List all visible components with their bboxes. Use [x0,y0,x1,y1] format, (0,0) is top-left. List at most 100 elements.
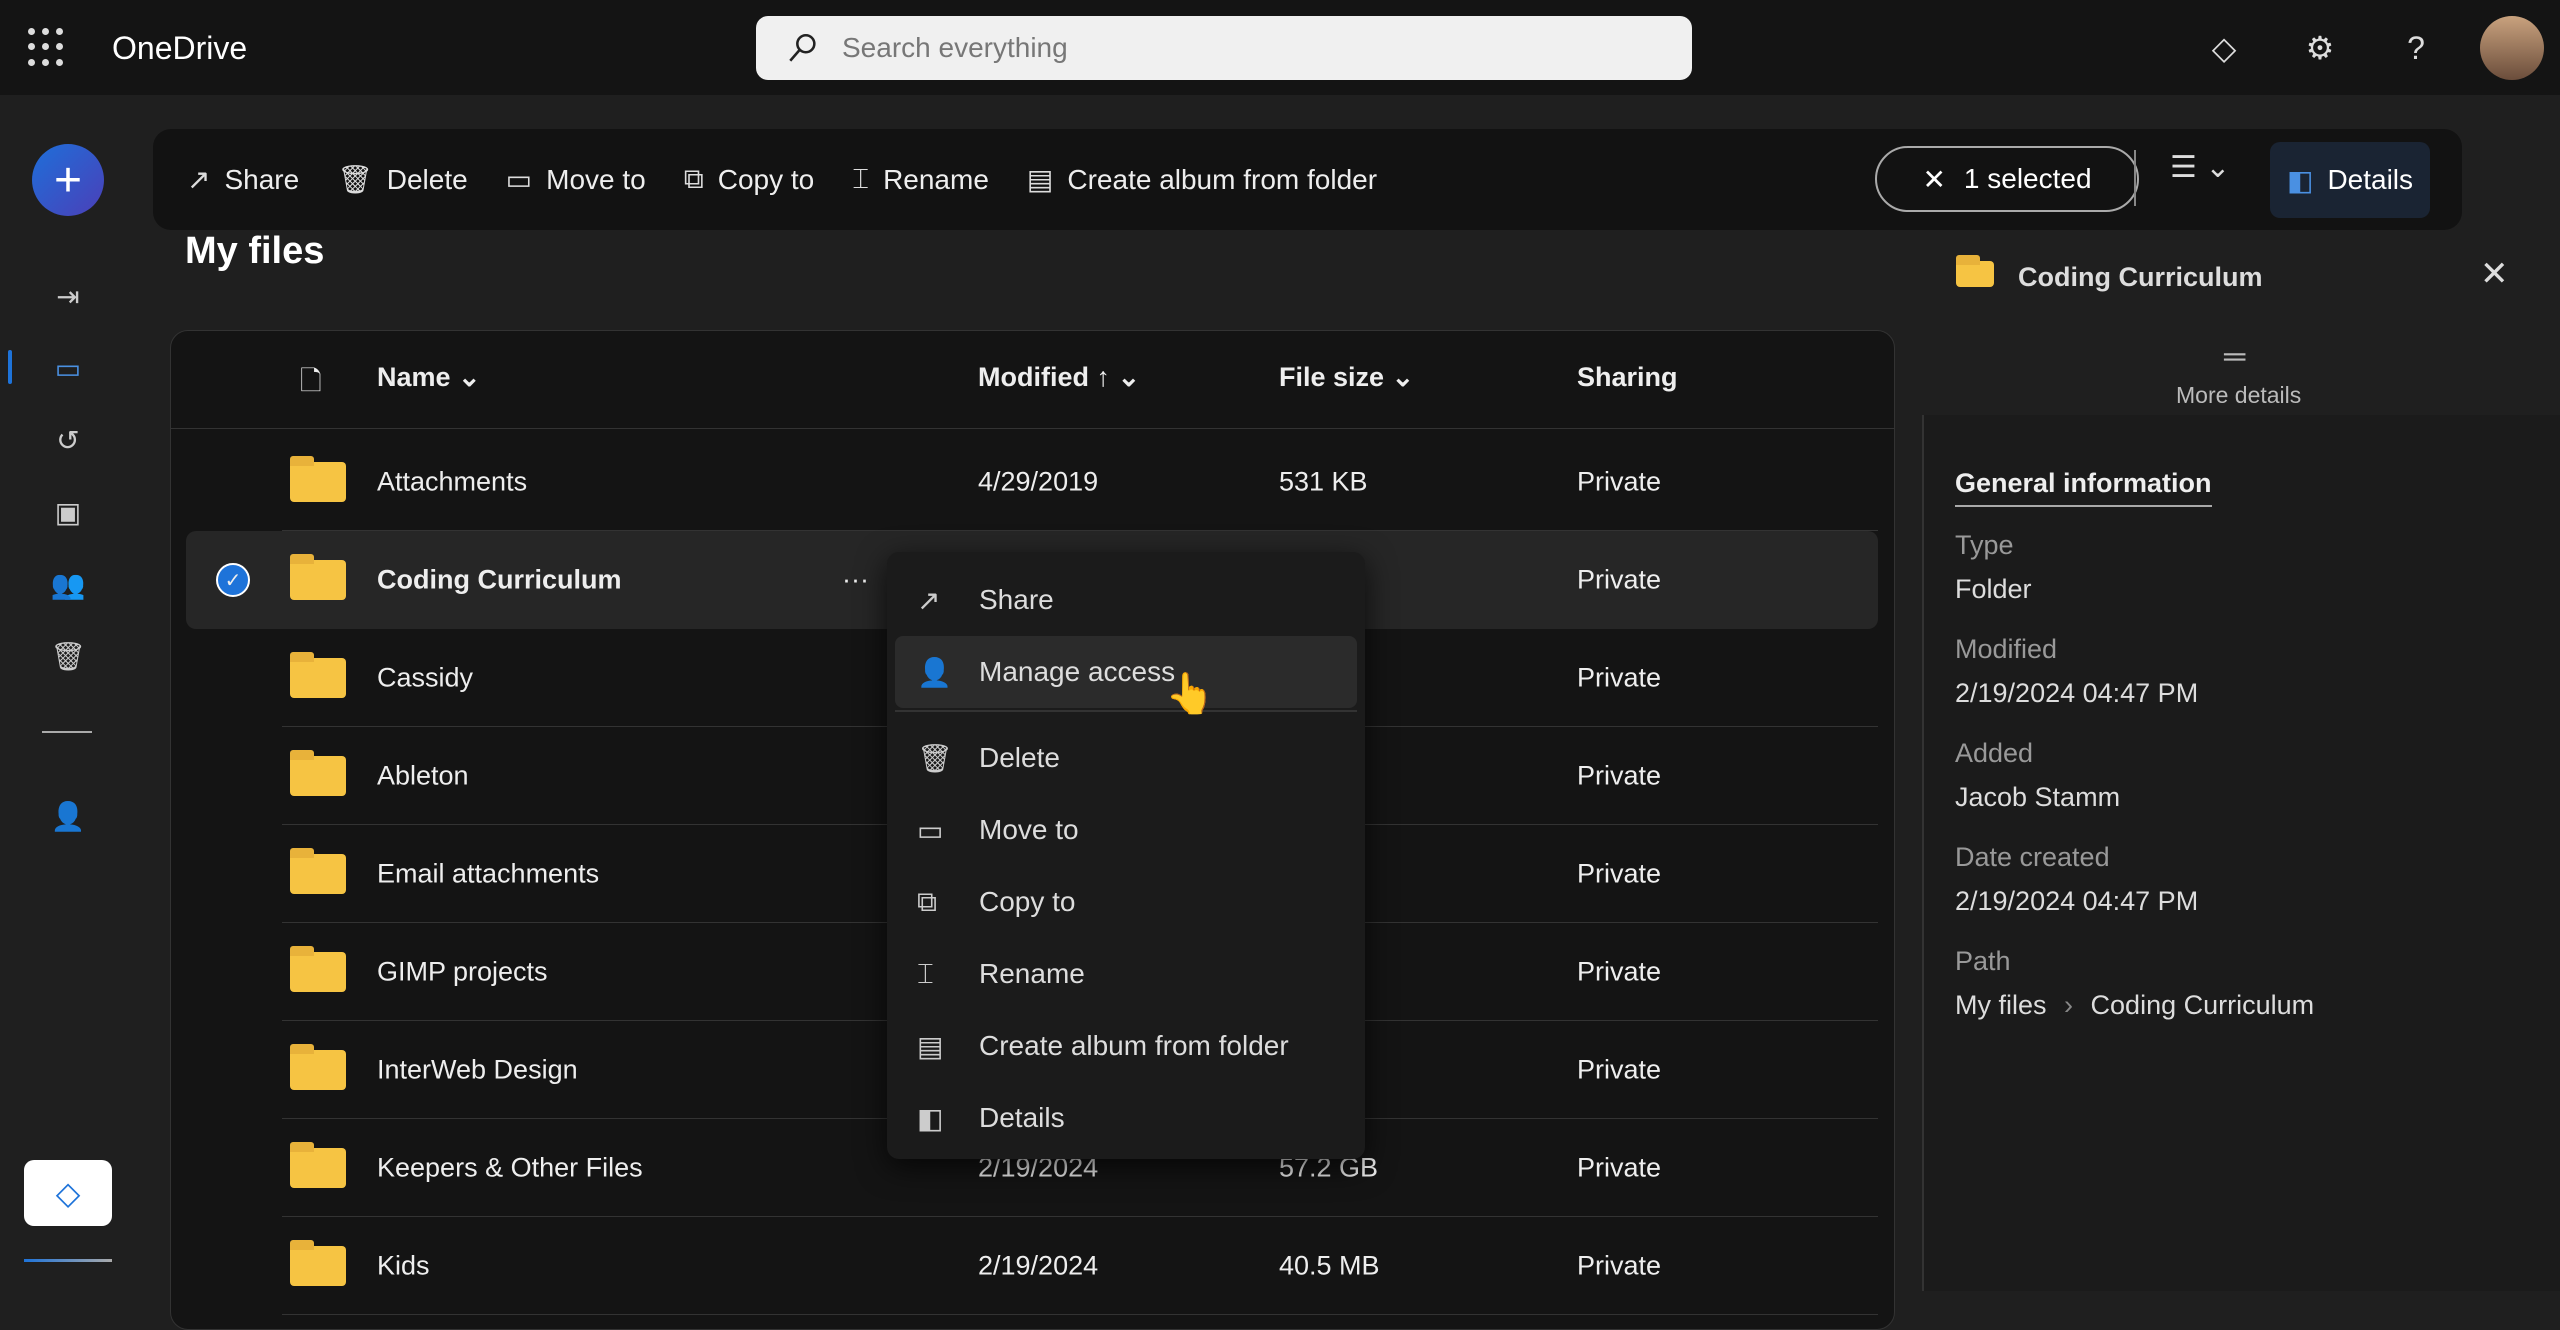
folder-icon [290,945,346,992]
sidebar-item-my-files-icon[interactable]: ▭ [48,348,88,388]
menu-item-move-to[interactable]: ▭ Move to [895,794,1357,866]
column-header-name[interactable]: Name ⌄ [377,362,481,393]
menu-item-details[interactable]: ◧ Details [895,1082,1357,1154]
sidebar-divider [42,731,92,733]
field-label: Added [1955,738,2034,768]
album-icon: ▤ [917,1030,944,1062]
field-value: 2/19/2024 04:47 PM [1955,678,2199,708]
toolbar-move-button[interactable]: ▭ Move to [506,163,646,196]
more-options-button[interactable]: ··· [842,565,869,596]
label: Create album from folder [1067,163,1378,195]
checkmark-icon: ✓ [216,563,250,597]
toolbar-share-button[interactable]: ↗ Share [187,163,299,196]
drag-handle-icon[interactable]: ═ [2224,340,2245,374]
toolbar-rename-button[interactable]: ⌶ Rename [852,163,989,196]
rename-icon: ⌶ [917,957,934,989]
sidebar-item-home-icon[interactable]: ⇥ [48,276,88,316]
sharing-status: Private [1577,858,1662,888]
general-info-tab[interactable]: General information [1955,468,2212,507]
folder-icon [290,554,346,600]
menu-item-delete[interactable]: 🗑 Delete [895,722,1357,794]
search-placeholder: Search everything [842,32,1068,63]
menu-item-label: Share [979,584,1054,615]
table-row[interactable]: Kids 2/19/2024 40.5 MB Private [282,1217,1878,1315]
file-name[interactable]: InterWeb Design [377,1054,578,1085]
chevron-right-icon: › [2064,990,2074,1020]
table-row[interactable]: Attachments 4/29/2019 531 KB Private [282,433,1878,531]
album-icon: ▤ [1026,164,1054,195]
label: Rename [883,163,989,195]
sharing-status: Private [1577,760,1662,790]
avatar[interactable] [2480,16,2544,80]
details-icon: ◧ [2286,164,2314,196]
more-details-link[interactable]: More details [2176,382,2301,409]
folder-icon [290,651,346,698]
modified-date: 4/29/2019 [978,466,1099,496]
active-indicator [8,350,12,384]
sharing-status: Private [1577,956,1662,986]
app-title[interactable]: OneDrive [112,30,247,67]
premium-diamond-icon[interactable]: ◇ [2204,28,2244,68]
field-value: 2/19/2024 04:47 PM [1955,886,2199,916]
field-label: Modified [1955,634,2058,664]
field-label: Date created [1955,842,2110,872]
toolbar-album-button[interactable]: ▤ Create album from folder [1027,163,1377,196]
sidebar-item-shared-icon[interactable]: 👥 [48,564,88,604]
folder-icon [290,455,346,502]
move-icon: ▭ [505,164,533,195]
menu-item-rename[interactable]: ⌶ Rename [895,938,1357,1010]
sharing-status: Private [1577,1250,1662,1280]
column-header-sharing[interactable]: Sharing [1577,362,1678,393]
folder-icon [290,1239,346,1286]
close-panel-icon[interactable]: ✕ [2480,254,2509,294]
file-name[interactable]: Coding Curriculum [377,565,622,596]
hand-cursor-icon: 👆 [1165,672,1215,716]
file-type-icon[interactable]: 🗋 [300,362,322,408]
view-options-button[interactable]: ☰ ⌄ [2170,150,2230,185]
copy-icon: ⧉ [683,163,704,194]
create-new-button[interactable]: + [32,144,104,216]
column-header-size[interactable]: File size ⌄ [1279,362,1414,393]
app-launcher-icon[interactable] [28,28,68,68]
breadcrumb-item[interactable]: Coding Curriculum [2091,990,2315,1020]
file-name[interactable]: Email attachments [377,858,599,889]
sidebar-item-photos-icon[interactable]: ▣ [48,492,88,532]
file-name[interactable]: Ableton [377,760,469,791]
file-size: 40.5 MB [1279,1250,1380,1280]
file-name[interactable]: Kids [377,1250,430,1281]
premium-diamond-icon[interactable]: ◇ [24,1160,112,1226]
storage-meter [24,1259,112,1262]
menu-item-copy-to[interactable]: ⧉ Copy to [895,866,1357,938]
field-value: Jacob Stamm [1955,782,2121,812]
search-input[interactable]: Search everything [756,16,1692,80]
manage-access-icon: 👤 [917,656,952,688]
file-name[interactable]: Cassidy [377,662,473,693]
divider [2134,150,2136,206]
menu-item-label: Manage access [979,656,1176,687]
modified-date: 2/19/2024 [978,1250,1099,1280]
menu-item-create-album-from-folder[interactable]: ▤ Create album from folder [895,1010,1357,1082]
sharing-status: Private [1577,1152,1662,1182]
label: Copy to [717,163,815,195]
file-name[interactable]: GIMP projects [377,956,548,987]
sidebar-item-people-icon[interactable]: 👤 [48,796,88,836]
path-breadcrumb: My files › Coding Curriculum [1955,990,2314,1021]
menu-item-label: Create album from folder [979,1030,1289,1061]
file-name[interactable]: Attachments [377,466,527,497]
breadcrumb-item[interactable]: My files [1955,990,2047,1020]
close-icon: ✕ [1922,163,1946,195]
toolbar-delete-button[interactable]: 🗑 Delete [337,163,467,196]
row-checkbox[interactable]: ✓ [216,563,250,597]
settings-gear-icon[interactable]: ⚙ [2300,28,2340,68]
clear-selection-button[interactable]: ✕ 1 selected [1875,146,2139,212]
file-name[interactable]: Keepers & Other Files [377,1152,643,1183]
sidebar-item-recycle-bin-icon[interactable]: 🗑 [48,636,88,676]
details-button[interactable]: ◧ Details [2270,142,2430,218]
column-header-modified[interactable]: Modified ↑ ⌄ [978,362,1140,393]
menu-item-manage-access[interactable]: 👤 Manage access [895,636,1357,708]
folder-icon [290,749,346,796]
toolbar-copy-button[interactable]: ⧉ Copy to [684,163,815,196]
sidebar-item-recent-icon[interactable]: ↺ [48,420,88,460]
help-icon[interactable]: ? [2396,28,2436,68]
menu-item-share[interactable]: ↗ Share [895,564,1357,636]
